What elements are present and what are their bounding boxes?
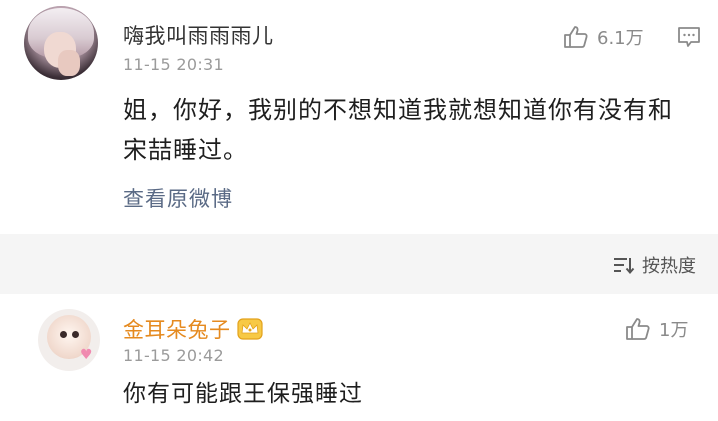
avatar-eye <box>60 331 67 338</box>
avatar-eye <box>72 331 79 338</box>
reply-card: ♥ 金耳朵兔子 11-15 20:42 1万 你有可能跟王保强睡过 <box>0 294 718 421</box>
sort-bar: 按热度 <box>0 234 718 294</box>
reply-name-row: 金耳朵兔子 <box>123 314 263 344</box>
post-card: 嗨我叫雨雨雨儿 11-15 20:31 6.1万 姐，你好，我别的不想知道我就想… <box>0 0 718 234</box>
reply-text: 你有可能跟王保强睡过 <box>123 381 363 407</box>
post-timestamp: 11-15 20:31 <box>123 55 224 74</box>
view-original-link[interactable]: 查看原微博 <box>123 183 233 213</box>
reply-avatar[interactable]: ♥ <box>38 309 100 371</box>
post-text-line: 宋喆睡过。 <box>123 136 248 164</box>
avatar[interactable] <box>24 6 98 80</box>
sort-label: 按热度 <box>642 256 696 277</box>
post-username[interactable]: 嗨我叫雨雨雨儿 <box>123 20 274 50</box>
crown-badge-icon <box>236 318 263 340</box>
reply-username[interactable]: 金耳朵兔子 <box>123 314 231 344</box>
comment-button[interactable] <box>677 25 701 53</box>
post-text-line: 姐，你好，我别的不想知道我就想知道你有没有和 <box>123 96 673 124</box>
reply-like-button[interactable]: 1万 <box>625 316 688 342</box>
thumbs-up-icon <box>564 26 588 48</box>
post-like-button[interactable]: 6.1万 <box>563 24 644 50</box>
sort-icon <box>614 258 635 275</box>
post-text: 姐，你好，我别的不想知道我就想知道你有没有和 宋喆睡过。 <box>123 90 708 170</box>
thumbs-up-icon <box>626 318 650 340</box>
post-like-count: 6.1万 <box>597 28 644 49</box>
sort-by-heat-button[interactable]: 按热度 <box>613 252 696 278</box>
reply-like-count: 1万 <box>659 320 689 341</box>
avatar-hand <box>58 50 80 76</box>
heart-icon: ♥ <box>80 347 93 363</box>
comment-icon <box>678 27 700 47</box>
reply-timestamp: 11-15 20:42 <box>123 346 224 365</box>
